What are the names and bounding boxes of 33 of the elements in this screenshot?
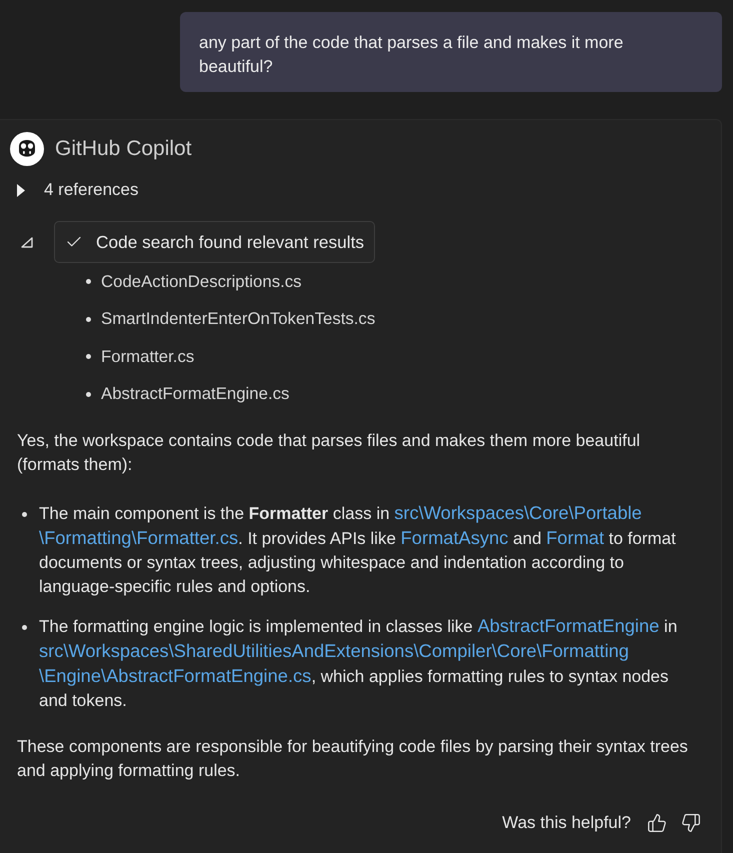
- summary-text: These components are responsible for beautifying code files by parsing their syntax trees and applying formatting rules.: [17, 736, 689, 782]
- thumbs-up-button[interactable]: [645, 811, 669, 835]
- file-reference[interactable]: Formatter.cs: [101, 346, 194, 367]
- author-name: GitHub Copilot: [55, 137, 192, 161]
- search-status-button[interactable]: Code search found relevant results: [54, 221, 376, 263]
- thumbs-down-icon: [681, 813, 701, 833]
- thumbs-up-icon: [647, 813, 667, 833]
- bullet-icon: [22, 625, 27, 630]
- code-link[interactable]: src\Workspaces\Core\Portable: [394, 502, 642, 523]
- bullet-icon: [86, 354, 91, 360]
- code-link[interactable]: Format: [546, 527, 604, 548]
- feedback-prompt: Was this helpful?: [502, 813, 631, 833]
- intro-text: Yes, the workspace contains code that parses files and makes them more beautiful (formats them):: [17, 430, 642, 476]
- references-toggle[interactable]: 4 references: [44, 180, 138, 200]
- file-reference[interactable]: CodeActionDescriptions.cs: [101, 272, 302, 292]
- bullet-icon: [86, 316, 91, 322]
- bullet-icon: [86, 392, 91, 397]
- code-link[interactable]: src\Workspaces\SharedUtilitiesAndExtensions\Compiler\Core\Formatting: [39, 640, 629, 661]
- bullet-icon: [86, 279, 91, 284]
- file-reference[interactable]: SmartIndenterEnterOnTokenTests.cs: [101, 309, 376, 330]
- triangle-icon[interactable]: [21, 236, 33, 248]
- file-reference[interactable]: AbstractFormatEngine.cs: [101, 384, 290, 404]
- bot-avatar-icon: [10, 132, 44, 166]
- bullet-text: The formatting engine logic is implemented in classes like AbstractFormatEngine in src\Workspaces\SharedUtilitiesAndExtensions\Compiler\Core\Formatting \Engine\AbstractFormatEngine.cs, which applies formatting rules to syntax nodes and tokens.: [39, 614, 678, 712]
- code-link[interactable]: FormatAsync: [400, 527, 508, 548]
- code-link[interactable]: \Engine\AbstractFormatEngine.cs: [39, 665, 312, 686]
- code-link[interactable]: AbstractFormatEngine: [477, 615, 660, 636]
- bullet-text: The main component is the Formatter class in src\Workspaces\Core\Portable \Formatting\Formatter.cs. It provides APIs like FormatAsync and Format to format documents or syntax trees, adjusting whitespace and indentation according to language-specific rules and options.: [39, 501, 677, 598]
- triangle-icon[interactable]: [17, 184, 25, 196]
- bullet-icon: [22, 512, 27, 517]
- message-text: any part of the code that parses a file and makes it more beautiful?: [199, 32, 624, 78]
- thumbs-down-button[interactable]: [679, 811, 703, 835]
- code-link[interactable]: \Formatting\Formatter.cs: [39, 527, 238, 548]
